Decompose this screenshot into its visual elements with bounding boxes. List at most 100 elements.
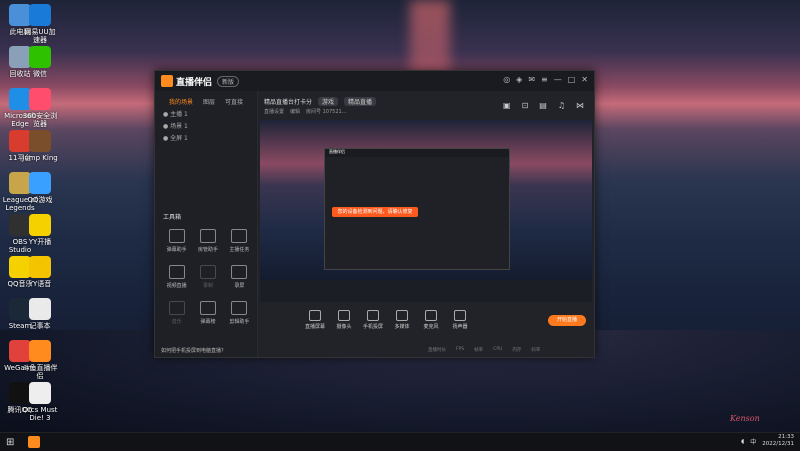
- tool-label: 主播任务: [229, 247, 250, 253]
- meta-settings[interactable]: 直播设置: [264, 108, 284, 115]
- tool-icon: [231, 229, 248, 243]
- tool-item[interactable]: 录屏: [224, 265, 255, 289]
- desktop-icon-label: 微信: [33, 70, 47, 78]
- desktop-icon-label: YY开播: [28, 238, 52, 246]
- desktop-icon-label: QQ游戏: [27, 196, 53, 204]
- qqgame-icon: [29, 172, 51, 194]
- tool-label: 房管助手: [197, 247, 218, 253]
- tools-grid: 弹幕助手 房管助手 主播任务视频直播 录制 录屏音乐 弹幕榜 剪辑助手: [161, 229, 255, 325]
- phone-cast-button[interactable]: 手机投屏: [360, 310, 386, 330]
- scene-label: ● 全屏 1: [163, 135, 188, 142]
- tool-item[interactable]: 视频直播: [161, 265, 192, 289]
- desktop-icon[interactable]: YY开播: [22, 214, 58, 246]
- sidebar-tabs: 我的场景 图层 可直接: [155, 91, 257, 106]
- message-icon[interactable]: ✉: [528, 75, 535, 84]
- menu-icon[interactable]: ≡: [541, 75, 548, 84]
- scene-label: ● 主播 1: [163, 111, 188, 118]
- jumpking-icon: [29, 130, 51, 152]
- ime-icon[interactable]: 中: [750, 437, 756, 446]
- tool-item[interactable]: 主播任务: [224, 229, 255, 253]
- tool-icon: [199, 301, 216, 315]
- scene-item[interactable]: ● 场景 1: [155, 118, 257, 130]
- windows-start-icon[interactable]: ⊞: [6, 437, 14, 448]
- scene-item[interactable]: ● 全屏 1: [155, 130, 257, 142]
- status-item: 码率: [531, 348, 541, 353]
- warning-toast[interactable]: 您的设备检测到问题，请确认修复: [332, 207, 418, 217]
- tool-label: 弹幕榜: [200, 319, 216, 325]
- desktop-icon[interactable]: QQ游戏: [22, 172, 58, 204]
- taskbar: ⊞ ◖ 中 21:33 2022/12/31: [0, 432, 800, 451]
- top-actions: ▣ ⊡ ▤ ♫ ⋈: [503, 101, 584, 110]
- headset-icon[interactable]: ◎: [503, 75, 510, 84]
- room-category[interactable]: 精品直播: [344, 97, 377, 106]
- speaker-icon: [454, 310, 466, 321]
- status-item: FPS: [456, 347, 465, 352]
- speaker-tray-icon[interactable]: ◖: [741, 438, 744, 445]
- tab-scenes[interactable]: 我的场景: [169, 97, 193, 106]
- desktop-icon[interactable]: 360安全浏览器: [22, 88, 58, 128]
- desktop-icon[interactable]: 斗鱼直播伴侣: [22, 340, 58, 380]
- tool-item[interactable]: 弹幕助手: [161, 229, 192, 253]
- camera-button[interactable]: 摄像头: [331, 310, 357, 330]
- room-title[interactable]: 精品直播台打卡分: [264, 97, 312, 106]
- desktop-icon[interactable]: 记事本: [22, 298, 58, 330]
- gift-icon[interactable]: ▣: [503, 101, 511, 110]
- media-button[interactable]: 多媒体: [389, 310, 415, 330]
- monitor-icon: [309, 310, 321, 321]
- lock-icon[interactable]: ⊡: [522, 101, 529, 110]
- share-icon[interactable]: ⋈: [576, 101, 584, 110]
- close-icon[interactable]: ✕: [581, 75, 588, 84]
- room-tag[interactable]: 游戏: [318, 97, 339, 106]
- wallpaper-signature: Kenson: [730, 414, 760, 423]
- skin-icon[interactable]: ◈: [516, 75, 522, 84]
- tool-item[interactable]: 房管助手: [192, 229, 223, 253]
- room-info: 精品直播台打卡分 游戏 精品直播: [264, 97, 377, 106]
- tool-icon: [168, 301, 185, 315]
- speaker-button[interactable]: 扬声器: [447, 310, 473, 330]
- tab-direct[interactable]: 可直接: [225, 97, 243, 106]
- statusbar: 直播时长 FPS 帧率 CPU 内存 码率: [258, 343, 594, 357]
- app-titlebar[interactable]: 直播伴侣 新版 ◎ ◈ ✉ ≡ — □ ✕: [155, 71, 594, 91]
- meta-edit[interactable]: 编辑: [290, 108, 300, 115]
- main-panel: 精品直播台打卡分 游戏 精品直播 直播设置 编辑 房间号 107521... ▣…: [258, 91, 594, 357]
- sidebar: 我的场景 图层 可直接 ● 主播 1 ● 场景 1 ● 全屏 1 工具箱 弹幕助…: [155, 91, 258, 357]
- microphone-button[interactable]: 麦克风: [418, 310, 444, 330]
- system-tray: ◖ 中 21:33 2022/12/31: [741, 434, 794, 448]
- tool-item[interactable]: 音乐: [161, 301, 192, 325]
- desktop-icon[interactable]: Jump King: [22, 130, 58, 162]
- desktop-icon[interactable]: YY语音: [22, 256, 58, 288]
- yyvoice-icon: [29, 256, 51, 278]
- tool-item[interactable]: 弹幕榜: [192, 301, 223, 325]
- control-label: 直播屏幕: [304, 324, 325, 330]
- version-badge[interactable]: 新版: [217, 75, 240, 87]
- tools-title: 工具箱: [163, 214, 182, 221]
- desktop-icon[interactable]: 网易UU加速器: [22, 4, 58, 44]
- desktop-icon[interactable]: 微信: [22, 46, 58, 78]
- scene-item[interactable]: ● 主播 1: [155, 106, 257, 118]
- clock[interactable]: 21:33 2022/12/31: [762, 434, 794, 448]
- tool-icon: [168, 229, 185, 243]
- desktop-icon-label: 网易UU加速器: [24, 28, 56, 44]
- maximize-icon[interactable]: □: [568, 75, 576, 84]
- tool-item[interactable]: 录制: [192, 265, 223, 289]
- stream-preview[interactable]: 直播伴侣 您的设备检测到问题，请确认修复: [260, 120, 592, 302]
- camera-icon: [338, 310, 350, 321]
- tool-item[interactable]: 剪辑助手: [224, 301, 255, 325]
- desktop-icon[interactable]: Orcs Must Die! 3: [22, 382, 58, 422]
- nested-title: 直播伴侣: [325, 149, 509, 157]
- screen-capture-button[interactable]: 直播屏幕: [302, 310, 328, 330]
- app-logo: 直播伴侣: [161, 75, 212, 88]
- sidebar-footer-tip[interactable]: 如何把手机投屏到电脑直播？: [155, 343, 257, 357]
- tool-label: 录制: [202, 283, 213, 289]
- bell-icon[interactable]: ♫: [558, 101, 565, 110]
- status-item: CPU: [493, 347, 503, 352]
- screen-icon[interactable]: ▤: [539, 101, 547, 110]
- minimize-icon[interactable]: —: [554, 75, 562, 84]
- meta-room-id: 房间号 107521...: [306, 109, 347, 115]
- tab-layers[interactable]: 图层: [203, 97, 215, 106]
- live-companion-window[interactable]: 直播伴侣 新版 ◎ ◈ ✉ ≡ — □ ✕ 我的场景 图层 可直接 ● 主播 1…: [154, 70, 595, 358]
- taskbar-douyu-icon[interactable]: [28, 436, 40, 448]
- start-live-button[interactable]: 开始直播: [548, 315, 586, 326]
- desktop-icon-label: 360安全浏览器: [22, 112, 58, 128]
- source-controls: 直播屏幕 摄像头 手机投屏 多媒体 麦克风 扬声器 开始直播: [258, 303, 594, 337]
